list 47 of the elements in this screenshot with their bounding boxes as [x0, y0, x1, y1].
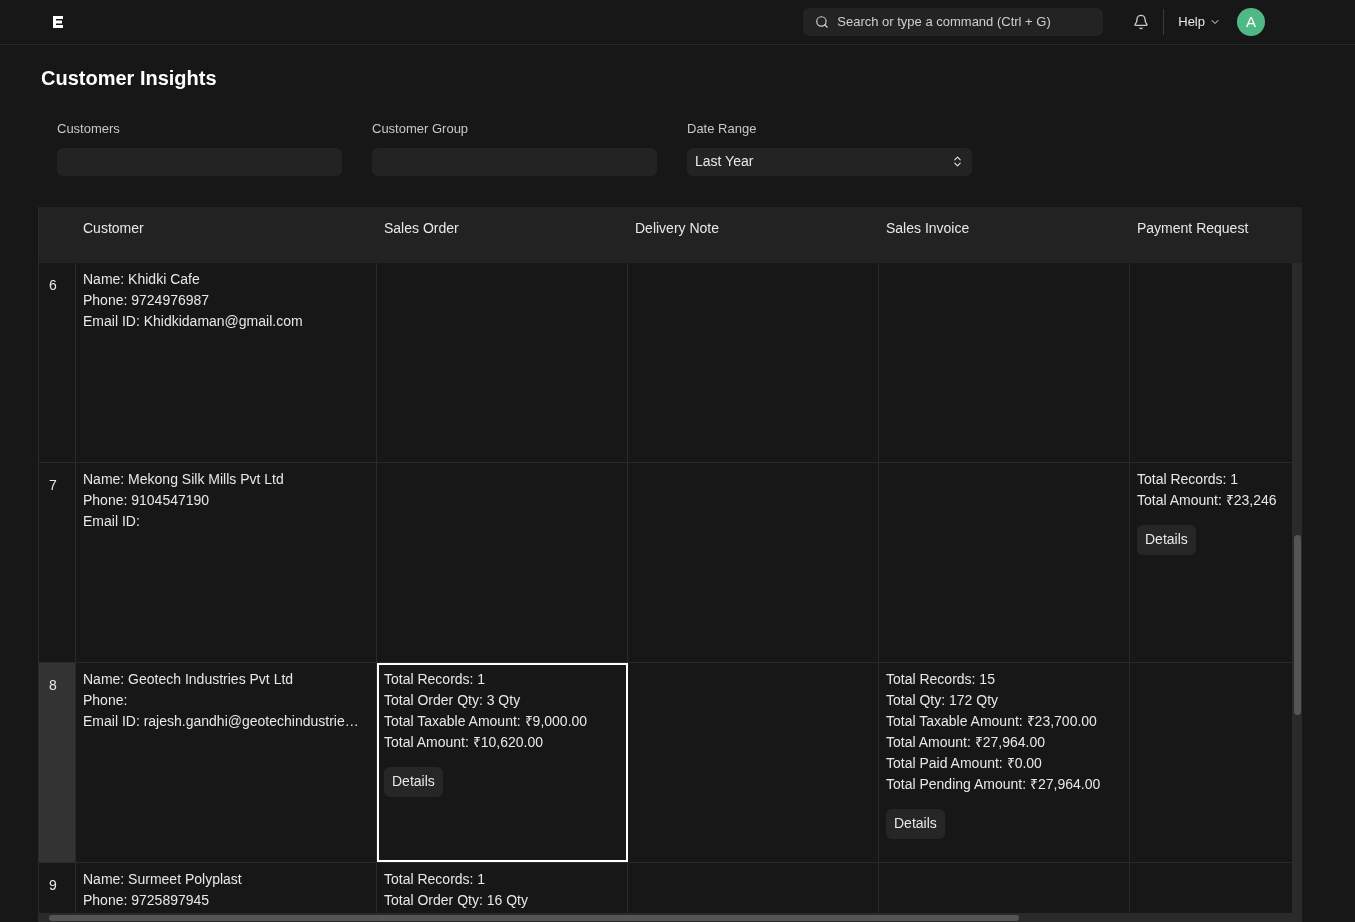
- column-header: Sales Invoice: [886, 219, 970, 236]
- filter-label: Customer Group: [372, 120, 469, 138]
- row-number: 7: [39, 462, 76, 662]
- cell-text: Total Records: 15: [886, 669, 995, 689]
- details-button[interactable]: Details: [1137, 524, 1196, 555]
- cell-text: Phone: 9725897945: [83, 890, 210, 910]
- cell-text: Total Records: 1: [384, 869, 486, 889]
- cell-text: Email ID:: [83, 511, 140, 531]
- cell-text: Total Taxable Amount: ₹23,700.00: [886, 711, 1097, 731]
- details-button[interactable]: Details: [886, 808, 945, 839]
- cell-text: Total Paid Amount: ₹0.00: [886, 753, 1042, 773]
- notification-bell-icon[interactable]: [1133, 14, 1150, 30]
- help-menu[interactable]: Help: [1178, 12, 1221, 32]
- column-header: Payment Request: [1137, 219, 1249, 236]
- cell-text: Total Records: 1: [384, 669, 486, 689]
- search-icon: [815, 15, 830, 29]
- cell-text: Name: Surmeet Polyplast: [83, 869, 242, 889]
- filter-label: Date Range: [687, 120, 757, 138]
- cell-text: Total Taxable Amount: ₹9,000.00: [384, 711, 588, 731]
- details-button[interactable]: Details: [384, 766, 443, 797]
- cell-text: Total Order Qty: 16 Qty: [384, 890, 528, 910]
- sort-icon: [951, 155, 964, 168]
- cell-text: Total Amount: ₹27,964.00: [886, 732, 1045, 752]
- cell-text: Total Records: 1: [1137, 469, 1239, 489]
- cell-text: Total Pending Amount: ₹27,964.00: [886, 774, 1101, 794]
- column-header: Sales Order: [384, 219, 459, 236]
- cell-text: Total Amount: ₹10,620.00: [384, 732, 543, 752]
- date-range-select[interactable]: Last Year: [687, 147, 972, 176]
- cell-text: Name: Mekong Silk Mills Pvt Ltd: [83, 469, 284, 489]
- cell-text: Phone:: [83, 690, 128, 710]
- cell-text: Total Amount: ₹23,246: [1137, 490, 1277, 510]
- cell-text: Email ID: rajesh.gandhi@geotechindustrie…: [83, 711, 359, 731]
- column-header: Delivery Note: [635, 219, 720, 236]
- logo-icon[interactable]: [52, 15, 64, 29]
- filter-label: Customers: [57, 120, 120, 138]
- row-number: 6: [39, 262, 76, 462]
- cell-text: Email ID: Khidkidaman@gmail.com: [83, 311, 303, 331]
- cell-text: Phone: 9724976987: [83, 290, 210, 310]
- search-field[interactable]: Search or type a command (Ctrl + G): [803, 8, 1104, 36]
- cell-text: Total Order Qty: 3 Qty: [384, 690, 521, 710]
- cell-text: Name: Geotech Industries Pvt Ltd: [83, 669, 294, 689]
- cell-text: Total Qty: 172 Qty: [886, 690, 999, 710]
- column-header: Customer: [83, 219, 144, 236]
- page-title: Customer Insights: [41, 66, 217, 91]
- cell-text: Phone: 9104547190: [83, 490, 210, 510]
- row-number: 8: [39, 662, 76, 862]
- cell-text: Name: Khidki Cafe: [83, 269, 200, 289]
